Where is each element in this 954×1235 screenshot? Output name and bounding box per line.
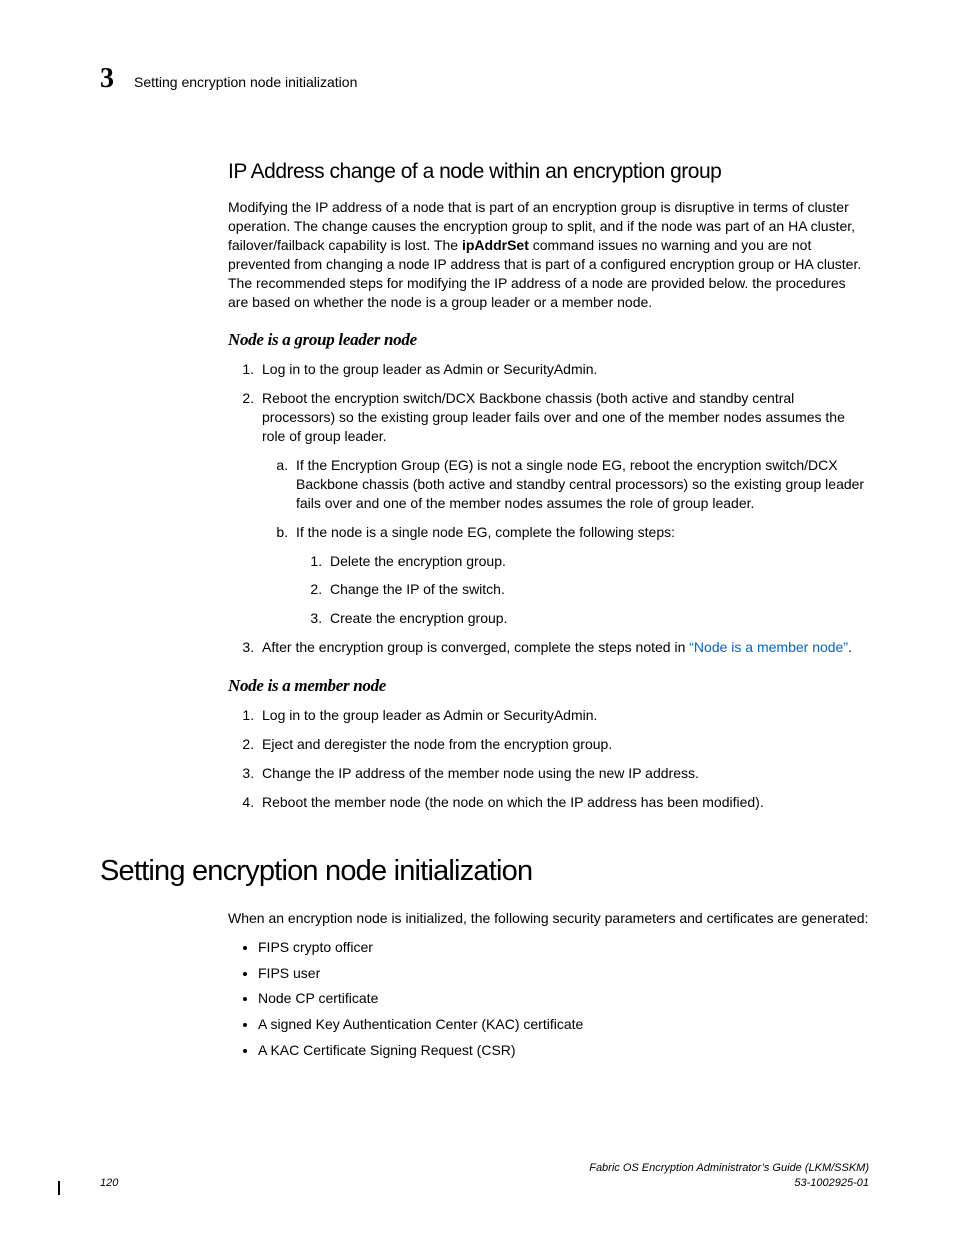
change-bar-icon bbox=[58, 1181, 60, 1195]
list-item: Change the IP address of the member node… bbox=[258, 764, 869, 783]
list-item: After the encryption group is converged,… bbox=[258, 638, 869, 657]
step-text: After the encryption group is converged,… bbox=[262, 639, 689, 655]
subheading-group-leader: Node is a group leader node bbox=[228, 329, 869, 352]
bullet-text: FIPS crypto officer bbox=[258, 939, 373, 955]
section-heading-ip-change: IP Address change of a node within an en… bbox=[228, 158, 869, 186]
list-item: A KAC Certificate Signing Request (CSR) bbox=[258, 1041, 869, 1060]
bullet-text: A KAC Certificate Signing Request (CSR) bbox=[258, 1042, 516, 1058]
footer-doc-info: Fabric OS Encryption Administrator’s Gui… bbox=[589, 1161, 869, 1191]
bullet-text: Node CP certificate bbox=[258, 990, 378, 1006]
cross-reference-link[interactable]: “Node is a member node” bbox=[689, 639, 848, 655]
list-item: Log in to the group leader as Admin or S… bbox=[258, 706, 869, 725]
main-content: IP Address change of a node within an en… bbox=[228, 158, 869, 812]
procedure-member-node: Log in to the group leader as Admin or S… bbox=[228, 706, 869, 812]
bullet-text: FIPS user bbox=[258, 965, 320, 981]
list-item: If the Encryption Group (EG) is not a si… bbox=[292, 456, 869, 513]
command-name: ipAddrSet bbox=[462, 237, 529, 253]
section2-intro: When an encryption node is initialized, … bbox=[228, 909, 869, 928]
bullet-list: FIPS crypto officer FIPS user Node CP ce… bbox=[228, 938, 869, 1060]
list-item: Change the IP of the switch. bbox=[326, 580, 869, 599]
list-item: If the node is a single node EG, complet… bbox=[292, 523, 869, 629]
chapter-number: 3 bbox=[100, 60, 134, 98]
intro-paragraph: Modifying the IP address of a node that … bbox=[228, 198, 869, 311]
list-item: FIPS crypto officer bbox=[258, 938, 869, 957]
procedure-group-leader: Log in to the group leader as Admin or S… bbox=[228, 360, 869, 657]
list-item: Reboot the member node (the node on whic… bbox=[258, 793, 869, 812]
list-item: Create the encryption group. bbox=[326, 609, 869, 628]
step-text: Eject and deregister the node from the e… bbox=[262, 736, 612, 752]
page-footer: 120 Fabric OS Encryption Administrator’s… bbox=[100, 1161, 869, 1191]
step-text: Create the encryption group. bbox=[330, 610, 507, 626]
substeps-numeric: Delete the encryption group. Change the … bbox=[296, 552, 869, 629]
list-item: Log in to the group leader as Admin or S… bbox=[258, 360, 869, 379]
step-text: If the Encryption Group (EG) is not a si… bbox=[296, 457, 864, 511]
step-text: Log in to the group leader as Admin or S… bbox=[262, 707, 597, 723]
list-item: Reboot the encryption switch/DCX Backbon… bbox=[258, 389, 869, 628]
section2-content: When an encryption node is initialized, … bbox=[228, 909, 869, 1060]
step-text: Reboot the encryption switch/DCX Backbon… bbox=[262, 390, 845, 444]
step-text-tail: . bbox=[848, 639, 852, 655]
step-text: Reboot the member node (the node on whic… bbox=[262, 794, 764, 810]
running-header-text: Setting encryption node initialization bbox=[134, 73, 357, 92]
substeps-alpha: If the Encryption Group (EG) is not a si… bbox=[262, 456, 869, 628]
footer-doc-title: Fabric OS Encryption Administrator’s Gui… bbox=[589, 1161, 869, 1176]
footer-doc-number: 53-1002925-01 bbox=[589, 1176, 869, 1191]
list-item: Delete the encryption group. bbox=[326, 552, 869, 571]
step-text: If the node is a single node EG, complet… bbox=[296, 524, 675, 540]
list-item: Node CP certificate bbox=[258, 989, 869, 1008]
subheading-member-node: Node is a member node bbox=[228, 675, 869, 698]
list-item: A signed Key Authentication Center (KAC)… bbox=[258, 1015, 869, 1034]
list-item: FIPS user bbox=[258, 964, 869, 983]
step-text: Log in to the group leader as Admin or S… bbox=[262, 361, 597, 377]
list-item: Eject and deregister the node from the e… bbox=[258, 735, 869, 754]
step-text: Change the IP address of the member node… bbox=[262, 765, 699, 781]
bullet-text: A signed Key Authentication Center (KAC)… bbox=[258, 1016, 583, 1032]
page-header: 3 Setting encryption node initialization bbox=[100, 60, 869, 98]
page-number: 120 bbox=[100, 1176, 118, 1191]
step-text: Delete the encryption group. bbox=[330, 553, 506, 569]
step-text: Change the IP of the switch. bbox=[330, 581, 505, 597]
section-heading-node-init: Setting encryption node initialization bbox=[100, 852, 869, 891]
